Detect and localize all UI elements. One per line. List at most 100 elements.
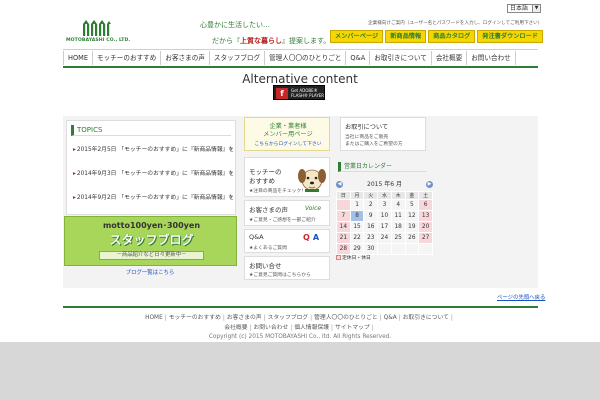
calendar-day (418, 243, 433, 255)
calendar-day: 6 (418, 199, 433, 211)
calendar-day: 21 (336, 232, 351, 244)
calendar-week: 7 8 9 10 11 12 13 (336, 210, 433, 222)
calendar-day: 3 (377, 199, 392, 211)
calendar-weekday: 月 (349, 191, 365, 200)
footer-link-privacy[interactable]: 個人情報保護 (294, 325, 329, 331)
qa-badge-a: A (312, 233, 320, 242)
trade-info-banner[interactable]: お取引について 当社に商品をご販売 またはご購入をご希望の方 (340, 117, 426, 151)
qa-badge: QA (303, 233, 319, 242)
calendar-day: 16 (363, 221, 379, 233)
calendar-week: 14 15 16 17 18 19 20 (336, 221, 433, 233)
calendar-weekday-row: 日 月 火 水 木 金 土 (336, 191, 433, 200)
nav-item-home[interactable]: HOME (64, 51, 94, 65)
footer-link-trade[interactable]: お取引きについて (403, 315, 449, 321)
footer-link-recommend[interactable]: モッチーのおすすめ (169, 315, 221, 321)
calendar-day: 18 (390, 221, 406, 233)
footer-link-sitemap[interactable]: サイトマップ (335, 325, 370, 331)
footer-separator: | (290, 325, 293, 331)
voice-title: お客さまの声 (249, 206, 288, 214)
calendar-day: 15 (349, 221, 365, 233)
top-button-group: メンバーページ 新商品情報 商品カタログ 発注書ダウンロード (330, 30, 543, 43)
topics-title: TOPICS (71, 125, 231, 136)
blog-banner-line2: スタッフブログ (109, 233, 194, 247)
calendar-day: 1 (349, 199, 365, 211)
calendar-week: 28 29 30 (336, 243, 433, 255)
company-logo[interactable]: MOTOBAYASHI CO., LTD. (66, 20, 131, 46)
footer-link-company[interactable]: 会社概要 (224, 325, 247, 331)
topic-item[interactable]: 2014年9月2日 「モッチーのおすすめ」に『新商品情報』を追加しました (73, 192, 233, 201)
tagline-prefix: だから『 (212, 37, 240, 45)
footer-link-contact[interactable]: お問い合わせ (253, 325, 288, 331)
voice-subtitle: ★ご意見・ご感想を一部ご紹介 (249, 218, 316, 223)
nav-item-voice[interactable]: お客さまの声 (161, 51, 210, 65)
flash-alt-content: Alternative content (242, 72, 358, 86)
footer-links-row1: HOME | モッチーのおすすめ | お客さまの声 | スタッフブログ | 管理人〇〇のひとりご… (0, 312, 600, 321)
calendar-weekday: 水 (377, 191, 392, 200)
calendar-day (390, 243, 406, 255)
nav-item-qa[interactable]: Q&A (346, 51, 371, 65)
staff-blog-banner[interactable]: motto100yen･300yen スタッフブログ －商品紹介など日々更新中－ (64, 216, 237, 266)
chevron-down-icon: ▼ (532, 5, 540, 12)
blog-banner-line1: motto100yen･300yen (102, 221, 201, 230)
footer-separator: | (331, 325, 333, 331)
footer-separator: | (379, 315, 382, 321)
footer-link-home[interactable]: HOME (145, 315, 163, 321)
logo-mark-icon (83, 20, 111, 36)
calendar-header: ◀ 2015 年6 月 ▶ (336, 180, 433, 189)
calendar-day: 28 (336, 243, 351, 255)
order-form-download-button[interactable]: 発注書ダウンロード (477, 30, 543, 43)
footer-link-qa[interactable]: Q&A (384, 315, 397, 321)
footer-separator: | (398, 315, 401, 321)
catalog-button[interactable]: 商品カタログ (428, 30, 476, 43)
calendar-weekday: 木 (390, 191, 406, 200)
topic-item[interactable]: 2014年9月3日 「モッチーのおすすめ」に『新商品情報』を追加しました (73, 168, 233, 177)
mascot-dog-icon (298, 169, 326, 192)
corporate-member-banner[interactable]: 企業・業者様 メンバー用ページ こちらからログインして下さい (244, 117, 330, 151)
nav-item-blog[interactable]: スタッフブログ (210, 51, 266, 65)
footer-separator: | (249, 325, 252, 331)
footer-divider (63, 306, 538, 308)
calendar-next-button[interactable]: ▶ (426, 181, 433, 188)
member-note: 企業様向けご案内（ユーザー名とパスワードを入力し、ログインしてご利用下さい） (368, 21, 543, 26)
customer-voice-banner[interactable]: お客さまの声 Voice ★ご意見・ご感想を一部ご紹介 (244, 200, 330, 226)
footer-link-blog[interactable]: スタッフブログ (268, 315, 309, 321)
language-select[interactable]: 日本語 ▼ (507, 4, 541, 13)
calendar-prev-button[interactable]: ◀ (336, 181, 343, 188)
trade-info-line2: またはご購入をご希望の方 (345, 142, 403, 147)
calendar-day: 17 (377, 221, 392, 233)
calendar-weekday: 金 (404, 191, 420, 200)
calendar-weekday: 土 (418, 191, 433, 200)
nav-item-admin-diary[interactable]: 管理人〇〇のひとりごと (265, 51, 347, 65)
logo-text: MOTOBAYASHI CO., LTD. (66, 38, 131, 43)
footer-separator: | (310, 315, 313, 321)
blog-list-link-text[interactable]: ブログ一覧はこちら (126, 268, 175, 276)
calendar-day: 14 (336, 221, 351, 233)
trade-info-title: お取引について (345, 124, 389, 131)
page-top-link[interactable]: ページの先頭へ戻る (497, 293, 545, 301)
footer-link-admin-diary[interactable]: 管理人〇〇のひとりごと (314, 315, 378, 321)
nav-item-recommend[interactable]: モッチーのおすすめ (93, 51, 162, 65)
footer-link-voice[interactable]: お客さまの声 (227, 315, 262, 321)
get-flash-player-button[interactable]: f Get ADOBE® FLASH® PLAYER (273, 85, 325, 100)
language-select-value: 日本語 (510, 5, 529, 12)
calendar-day: 19 (404, 221, 420, 233)
page-bottom-background (0, 342, 600, 400)
topic-item[interactable]: 2015年2月5日 「モッチーのおすすめ」に『新商品情報』を追加しました (73, 144, 233, 153)
calendar-day: 30 (363, 243, 379, 255)
recommend-title-line2: おすすめ (249, 177, 275, 185)
tagline-suffix: 』提案します。 (282, 37, 331, 45)
qa-banner[interactable]: Q&A QA ★よくあるご質問 (244, 229, 330, 253)
new-products-button[interactable]: 新商品情報 (385, 30, 427, 43)
nav-item-contact[interactable]: お問い合わせ (467, 51, 516, 65)
recommend-banner[interactable]: モッチーの おすすめ ★注目の商品をチェック！ (244, 157, 330, 197)
nav-item-trade[interactable]: お取引きについて (370, 51, 432, 65)
nav-item-company[interactable]: 会社概要 (432, 51, 468, 65)
footer-separator: | (164, 315, 167, 321)
calendar-day (377, 243, 392, 255)
calendar-day: 29 (349, 243, 365, 255)
contact-banner[interactable]: お問い合せ ★ご意見ご質問はこちらから (244, 256, 330, 280)
footer-separator: | (371, 325, 374, 331)
member-page-button[interactable]: メンバーページ (330, 30, 384, 43)
corp-banner-line3: こちらからログインして下さい (254, 142, 322, 147)
calendar-week: 21 22 23 24 25 26 27 (336, 232, 433, 244)
